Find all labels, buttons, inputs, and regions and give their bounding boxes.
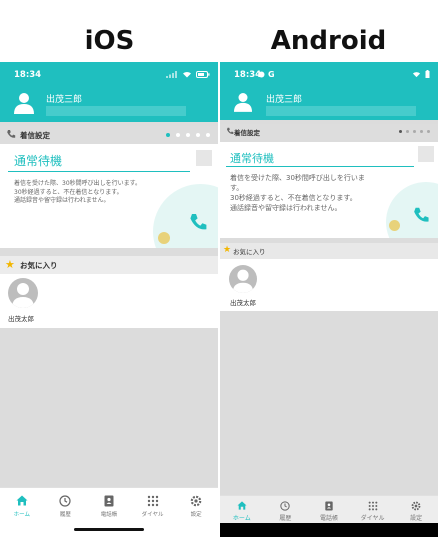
- page-dot[interactable]: [186, 133, 190, 137]
- page-dot[interactable]: [406, 130, 409, 133]
- page-dot[interactable]: [413, 130, 416, 133]
- home-indicator[interactable]: [74, 528, 144, 531]
- android-heading: Android: [270, 26, 387, 56]
- settings-gear-icon: [411, 501, 421, 511]
- status-bar: 18:34 G: [234, 70, 430, 82]
- page-dot[interactable]: [420, 130, 423, 133]
- page-dot[interactable]: [166, 133, 170, 137]
- history-icon: [280, 501, 291, 511]
- phone-icon: [226, 127, 234, 134]
- favorites-bar: ★ お気に入り: [0, 256, 218, 274]
- dialpad-icon: [368, 501, 377, 511]
- tab-history[interactable]: 履歴: [264, 496, 308, 523]
- phonebook-icon: [104, 495, 114, 507]
- tab-bar: ホーム 履歴 電話帳 ダイヤル 設定: [220, 495, 438, 523]
- mode-image-icon: [196, 150, 212, 166]
- tab-home[interactable]: ホーム: [220, 496, 264, 523]
- favorite-name[interactable]: 出茂太郎: [230, 297, 256, 307]
- user-name: 出茂三郎: [266, 95, 303, 105]
- wifi-icon: [183, 71, 191, 78]
- incoming-settings-bar: 着信設定: [220, 124, 438, 140]
- favorite-name[interactable]: 出茂太郎: [8, 313, 34, 323]
- status-time: 18:34: [234, 70, 262, 80]
- home-icon: [237, 501, 247, 510]
- star-icon: ★: [223, 245, 232, 255]
- wifi-icon: [412, 72, 421, 78]
- person-icon: [12, 283, 34, 308]
- user-profile[interactable]: 出茂三郎: [14, 90, 204, 118]
- user-number-redacted: [46, 106, 186, 116]
- section-title: 着信設定: [234, 129, 260, 137]
- settings-gear-icon: [190, 495, 202, 507]
- favorites-list: 出茂太郎: [0, 274, 218, 328]
- mode-title: 通常待機: [230, 152, 274, 165]
- page-dot[interactable]: [206, 133, 210, 137]
- mode-description: 着信を受けた際、30秒間呼び出しを行います。 30秒経過すると、不在着信となりま…: [14, 180, 142, 205]
- status-time: 18:34: [14, 70, 42, 80]
- page-dot[interactable]: [196, 133, 200, 137]
- tab-phonebook[interactable]: 電話帳: [307, 496, 351, 523]
- page-dot[interactable]: [399, 130, 402, 133]
- system-navigation-bar: [220, 523, 438, 537]
- mode-title: 通常待機: [14, 154, 63, 168]
- page-indicator: [399, 130, 430, 133]
- favorites-bar: ★ お気に入り: [220, 243, 438, 259]
- phone-icon: [7, 130, 16, 138]
- mode-card[interactable]: 通常待機 着信を受けた際、30秒間呼び出しを行いま す。 30秒経過すると、不在…: [220, 142, 438, 238]
- favorites-list: 出茂太郎: [220, 259, 438, 311]
- google-icon: G: [268, 70, 275, 79]
- mode-card[interactable]: 通常待機 着信を受けた際、30秒間呼び出しを行います。 30秒経過すると、不在着…: [0, 144, 218, 248]
- app-header: 18:34 出茂三郎: [0, 62, 218, 122]
- user-name: 出茂三郎: [46, 95, 83, 105]
- notification-icon: [258, 71, 265, 78]
- page-indicator: [166, 133, 210, 137]
- favorites-title: お気に入り: [20, 261, 58, 270]
- ios-heading: iOS: [84, 26, 135, 56]
- user-avatar-icon: [14, 93, 34, 114]
- user-number-redacted: [266, 106, 416, 116]
- person-icon: [232, 269, 254, 293]
- tab-bar: ホーム 履歴 電話帳 ダイヤル 設定: [0, 487, 218, 537]
- page-dot[interactable]: [176, 133, 180, 137]
- favorite-avatar[interactable]: [229, 265, 257, 293]
- tab-dial[interactable]: ダイヤル: [351, 496, 395, 523]
- favorites-title: お気に入り: [233, 248, 266, 256]
- dialpad-icon: [147, 495, 158, 507]
- status-bar: 18:34: [14, 70, 210, 82]
- lock-icon: [389, 220, 400, 231]
- call-icon: [414, 207, 429, 222]
- ios-screen: 18:34 出茂三郎 着信設定 通常待機 着信を受けた際、30秒間呼び出しを行い…: [0, 62, 218, 537]
- home-icon: [16, 495, 28, 506]
- android-screen: 18:34 G 出茂三郎 着信設定 通常待機 着信を受けた際、30秒間呼び出しを…: [220, 62, 438, 537]
- tab-settings[interactable]: 設定: [394, 496, 438, 523]
- incoming-settings-bar: 着信設定: [0, 126, 218, 144]
- star-icon: ★: [5, 258, 15, 271]
- favorite-avatar[interactable]: [8, 278, 38, 308]
- battery-icon: [196, 70, 210, 78]
- section-title: 着信設定: [20, 131, 50, 140]
- call-icon: [190, 214, 207, 230]
- page-dot[interactable]: [427, 130, 430, 133]
- lock-icon: [158, 232, 170, 244]
- battery-icon: [425, 70, 430, 78]
- signal-icon: [166, 70, 177, 78]
- history-icon: [59, 495, 71, 507]
- mode-description: 着信を受けた際、30秒間呼び出しを行いま す。 30秒経過すると、不在着信となり…: [230, 174, 365, 213]
- app-header: 18:34 G 出茂三郎: [220, 62, 438, 120]
- mode-image-icon: [418, 146, 434, 162]
- phonebook-icon: [325, 501, 333, 511]
- tab-home[interactable]: ホーム: [0, 488, 44, 537]
- user-profile[interactable]: 出茂三郎: [234, 90, 424, 118]
- user-avatar-icon: [234, 93, 252, 112]
- tab-settings[interactable]: 設定: [174, 488, 218, 537]
